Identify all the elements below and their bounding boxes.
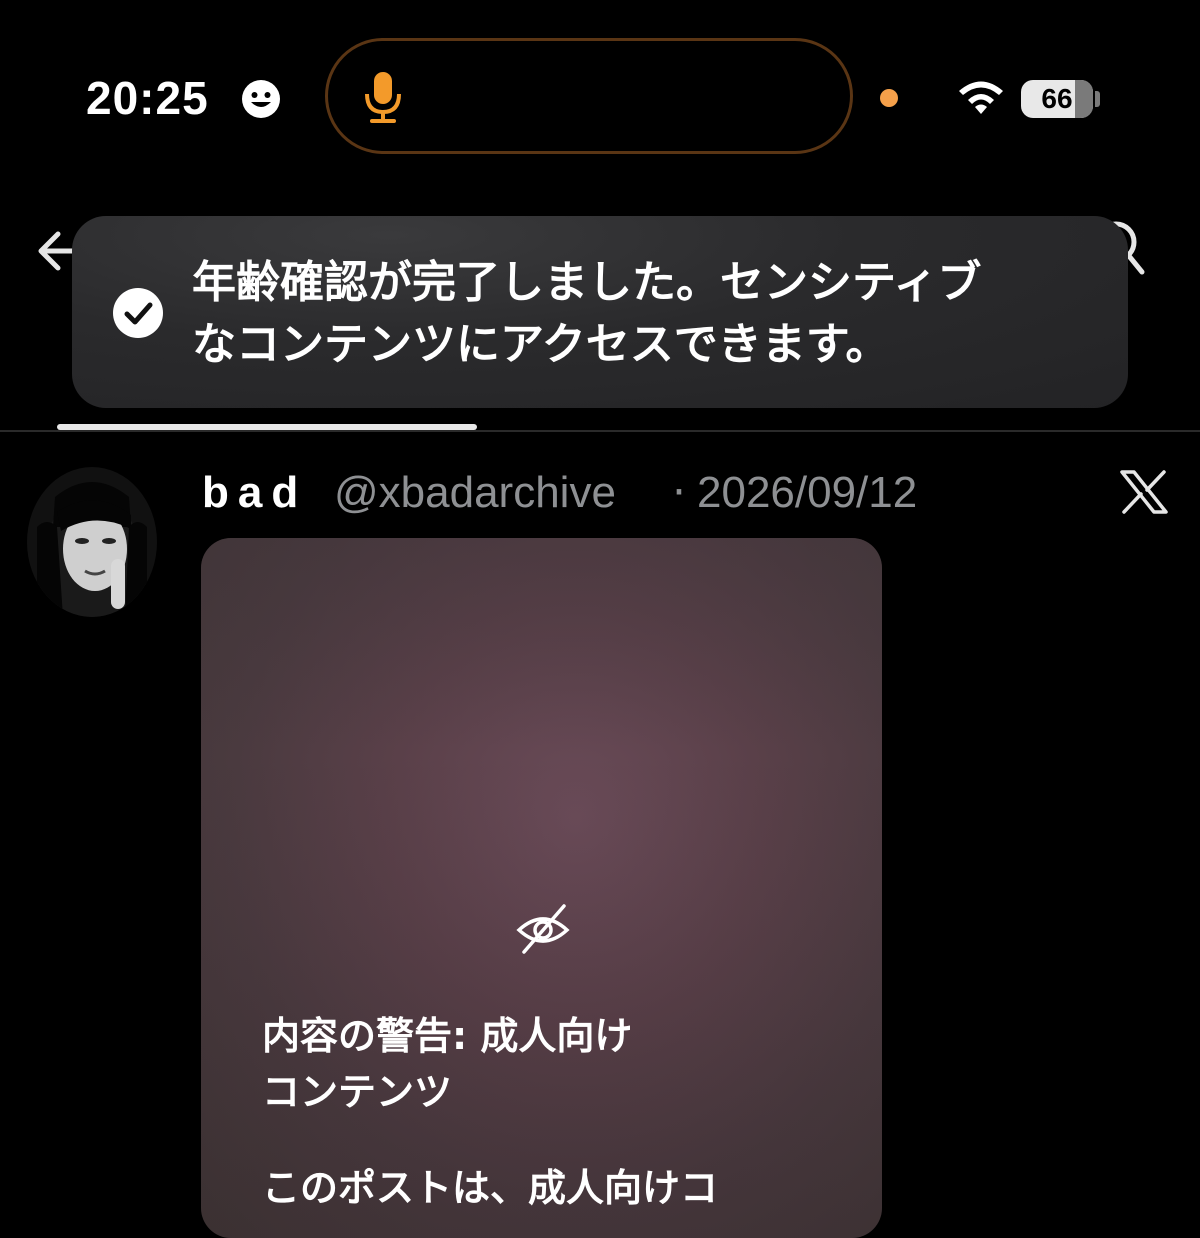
meta-separator: · (672, 467, 686, 518)
wifi-icon (959, 81, 1003, 114)
status-time: 20:25 (86, 72, 209, 124)
author-handle[interactable]: @xbadarchive (334, 466, 616, 520)
battery-nub (1095, 91, 1100, 107)
post-date[interactable]: 2026/09/12 (697, 466, 917, 520)
toast-message-line1: 年齢確認が完了しました。センシティブ (192, 257, 982, 308)
check-circle-icon (113, 288, 163, 338)
content-warning-line1: 内容の警告: 成人向け (262, 1014, 633, 1058)
eye-off-icon (516, 904, 570, 954)
avatar[interactable] (27, 467, 157, 617)
toast-message-line2: なコンテンツにアクセスできます。 (192, 319, 890, 370)
battery-indicator: 66 (1021, 80, 1093, 118)
microphone-icon (365, 72, 401, 123)
content-warning-body: このポストは、成人向けコ (262, 1166, 719, 1210)
author-name[interactable]: bad (202, 466, 307, 520)
x-logo-icon[interactable] (1120, 470, 1168, 514)
content-warning-title: 内容の警告: 成人向け コンテンツ (262, 1008, 822, 1120)
smile-face-icon (242, 80, 280, 118)
dynamic-island[interactable] (325, 38, 853, 154)
avatar-image (27, 467, 157, 617)
battery-level: 66 (1041, 83, 1073, 114)
privacy-indicator-dot (880, 89, 898, 107)
toast-message: 年齢確認が完了しました。センシティブ なコンテンツにアクセスできます。 (192, 252, 1092, 376)
sensitive-media-card[interactable] (201, 538, 882, 1238)
header-divider (0, 430, 1200, 432)
content-warning-line2: コンテンツ (262, 1070, 453, 1114)
